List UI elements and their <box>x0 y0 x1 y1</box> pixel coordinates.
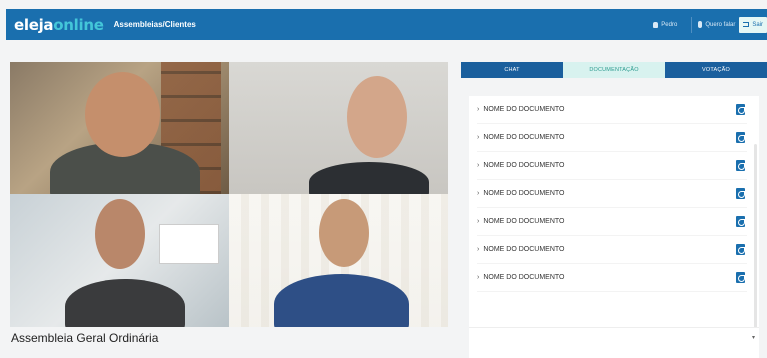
exit-label: Sair <box>752 21 763 28</box>
document-item[interactable]: › NOME DO DOCUMENTO <box>477 96 747 124</box>
panel-footer[interactable]: ▾ <box>469 327 759 349</box>
document-list: › NOME DO DOCUMENTO › NOME DO DOCUMENTO … <box>469 96 759 358</box>
pdf-icon[interactable] <box>736 272 745 283</box>
top-right-actions: Pedro Quero falar Sair <box>653 9 767 40</box>
video-grid <box>10 62 448 327</box>
panel-tabs: CHAT DOCUMENTAÇÃO VOTAÇÃO <box>461 62 767 78</box>
exit-icon <box>743 22 750 27</box>
video-tile[interactable] <box>229 62 448 194</box>
pdf-icon[interactable] <box>736 104 745 115</box>
pdf-icon[interactable] <box>736 188 745 199</box>
video-tile[interactable] <box>10 62 229 194</box>
participant-head <box>347 76 407 158</box>
chevron-right-icon: › <box>477 246 480 253</box>
document-name: NOME DO DOCUMENTO <box>483 246 565 253</box>
document-item[interactable]: › NOME DO DOCUMENTO <box>477 264 747 292</box>
document-name: NOME DO DOCUMENTO <box>483 218 565 225</box>
chevron-right-icon: › <box>477 162 480 169</box>
tab-votacao[interactable]: VOTAÇÃO <box>665 62 767 78</box>
participant-head <box>95 199 145 269</box>
document-name: NOME DO DOCUMENTO <box>483 274 565 281</box>
document-item[interactable]: › NOME DO DOCUMENTO <box>477 208 747 236</box>
breadcrumb[interactable]: Assembleias/Clientes <box>114 20 196 29</box>
meeting-title: Assembleia Geral Ordinária <box>11 331 159 345</box>
document-item[interactable]: › NOME DO DOCUMENTO <box>477 124 747 152</box>
participant-head <box>319 199 369 267</box>
participant-body <box>65 279 185 327</box>
tab-chat[interactable]: CHAT <box>461 62 563 78</box>
logo[interactable]: elejaonline <box>14 16 104 34</box>
pdf-icon[interactable] <box>736 216 745 227</box>
document-item[interactable]: › NOME DO DOCUMENTO <box>477 152 747 180</box>
document-item[interactable]: › NOME DO DOCUMENTO <box>477 236 747 264</box>
participant-body <box>309 162 429 194</box>
document-name: NOME DO DOCUMENTO <box>483 134 565 141</box>
document-name: NOME DO DOCUMENTO <box>483 106 565 113</box>
whiteboard <box>159 224 219 264</box>
chevron-down-icon[interactable]: ▾ <box>752 334 755 341</box>
video-tile[interactable] <box>10 194 229 327</box>
chevron-right-icon: › <box>477 274 480 281</box>
pdf-icon[interactable] <box>736 160 745 171</box>
chevron-right-icon: › <box>477 106 480 113</box>
chevron-right-icon: › <box>477 190 480 197</box>
divider <box>691 16 693 33</box>
chevron-right-icon: › <box>477 218 480 225</box>
user-menu[interactable]: Pedro <box>653 21 678 28</box>
speak-button[interactable]: Quero falar <box>698 21 735 28</box>
participant-head <box>85 72 160 157</box>
participant-body <box>274 274 409 327</box>
exit-button[interactable]: Sair <box>739 16 767 33</box>
document-name: NOME DO DOCUMENTO <box>483 162 565 169</box>
document-item[interactable]: › NOME DO DOCUMENTO <box>477 180 747 208</box>
scrollbar[interactable] <box>754 144 757 344</box>
speak-label: Quero falar <box>705 21 736 28</box>
user-name: Pedro <box>661 21 678 28</box>
video-tile[interactable] <box>229 194 448 327</box>
document-name: NOME DO DOCUMENTO <box>483 190 565 197</box>
side-panel: CHAT DOCUMENTAÇÃO VOTAÇÃO › NOME DO DOCU… <box>461 62 767 358</box>
mic-icon <box>698 21 703 28</box>
tab-documentacao[interactable]: DOCUMENTAÇÃO <box>563 62 665 78</box>
user-icon <box>653 21 659 28</box>
pdf-icon[interactable] <box>736 244 745 255</box>
top-bar: elejaonline Assembleias/Clientes Pedro Q… <box>6 9 767 40</box>
pdf-icon[interactable] <box>736 132 745 143</box>
chevron-right-icon: › <box>477 134 480 141</box>
